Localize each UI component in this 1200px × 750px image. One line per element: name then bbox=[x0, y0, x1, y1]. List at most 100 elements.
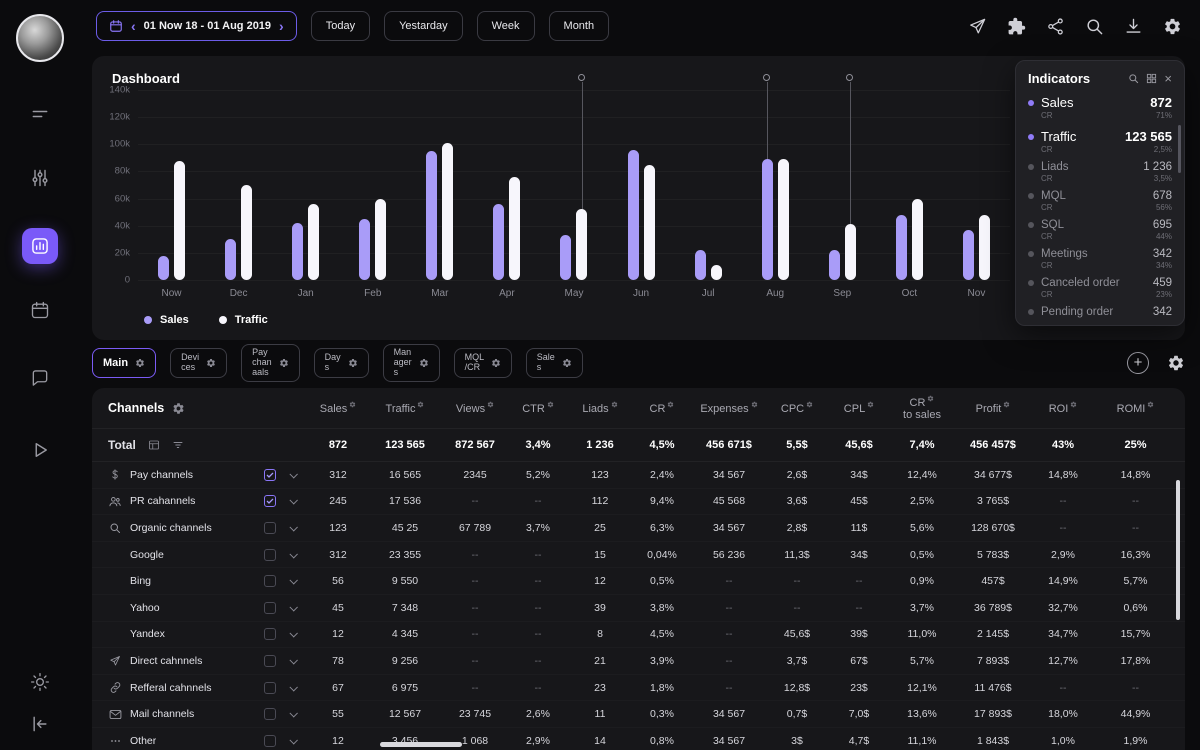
chip-days[interactable]: Day s bbox=[314, 348, 369, 378]
row-expand-icon[interactable] bbox=[289, 576, 297, 584]
indicator-mql[interactable]: MQL678CR56% bbox=[1028, 190, 1172, 212]
column-header-ctr[interactable]: CTR bbox=[508, 401, 568, 415]
bar-traffic[interactable] bbox=[174, 161, 185, 280]
row-checkbox[interactable] bbox=[264, 602, 276, 614]
row-expand-icon[interactable] bbox=[289, 603, 297, 611]
chip-settings-icon[interactable] bbox=[491, 358, 501, 368]
chip-paychanaals[interactable]: Pay chan aals bbox=[241, 344, 300, 382]
range-button-today[interactable]: Today bbox=[311, 11, 370, 41]
row-expand-icon[interactable] bbox=[289, 496, 297, 504]
row-checkbox[interactable] bbox=[264, 495, 276, 507]
bar-sales[interactable] bbox=[829, 250, 840, 280]
legend-traffic[interactable]: Traffic bbox=[219, 314, 268, 326]
share-icon[interactable] bbox=[1046, 17, 1065, 36]
row-checkbox[interactable] bbox=[264, 655, 276, 667]
table-total-row[interactable]: Total872123 565872 5673,4%1 2364,5%456 6… bbox=[92, 428, 1185, 462]
chip-settings-icon[interactable] bbox=[206, 358, 216, 368]
play-icon[interactable] bbox=[30, 440, 50, 460]
bar-sales[interactable] bbox=[426, 151, 437, 280]
extensions-icon[interactable] bbox=[1007, 17, 1026, 36]
column-header-profit[interactable]: Profit bbox=[954, 401, 1032, 415]
bar-traffic[interactable] bbox=[778, 159, 789, 280]
indicators-close-icon[interactable]: × bbox=[1164, 72, 1172, 85]
date-range-picker[interactable]: ‹ 01 Now 18 - 01 Aug 2019 › bbox=[96, 11, 297, 41]
bar-sales[interactable] bbox=[896, 215, 907, 280]
bar-traffic[interactable] bbox=[509, 177, 520, 280]
chip-main[interactable]: Main bbox=[92, 348, 156, 378]
bar-sales[interactable] bbox=[493, 204, 504, 280]
table-horizontal-scrollbar[interactable] bbox=[380, 742, 462, 747]
row-checkbox[interactable] bbox=[264, 575, 276, 587]
sidebar-item-dashboard[interactable] bbox=[22, 228, 58, 264]
bar-sales[interactable] bbox=[628, 150, 639, 280]
column-header-expenses[interactable]: Expenses bbox=[692, 401, 766, 415]
bar-sales[interactable] bbox=[963, 230, 974, 280]
indicators-search-icon[interactable] bbox=[1128, 73, 1139, 84]
bar-traffic[interactable] bbox=[979, 215, 990, 280]
column-header-traffic[interactable]: Traffic bbox=[368, 401, 442, 415]
row-checkbox[interactable] bbox=[264, 708, 276, 720]
collapse-icon[interactable] bbox=[30, 714, 50, 734]
indicator-canceledorder[interactable]: Canceled order459CR23% bbox=[1028, 277, 1172, 299]
bar-traffic[interactable] bbox=[845, 224, 856, 280]
bar-sales[interactable] bbox=[225, 239, 236, 280]
row-checkbox[interactable] bbox=[264, 469, 276, 481]
chip-managers[interactable]: Man ager s bbox=[383, 344, 440, 382]
range-button-month[interactable]: Month bbox=[549, 11, 610, 41]
bar-sales[interactable] bbox=[695, 250, 706, 280]
bar-traffic[interactable] bbox=[711, 265, 722, 280]
table-row-google[interactable]: Google31223 355----150,04%56 23611,3$34$… bbox=[92, 542, 1185, 569]
row-expand-icon[interactable] bbox=[289, 736, 297, 744]
table-row-paychannels[interactable]: Pay channels31216 56523455,2%1232,4%34 5… bbox=[92, 462, 1185, 489]
calendar-icon[interactable] bbox=[30, 300, 50, 320]
column-header-sales[interactable]: Sales bbox=[308, 401, 368, 415]
menu-icon[interactable] bbox=[30, 104, 50, 124]
row-expand-icon[interactable] bbox=[289, 523, 297, 531]
row-expand-icon[interactable] bbox=[289, 629, 297, 637]
indicators-grid-icon[interactable] bbox=[1146, 73, 1157, 84]
chip-settings-icon[interactable] bbox=[348, 358, 358, 368]
row-checkbox[interactable] bbox=[264, 549, 276, 561]
bar-traffic[interactable] bbox=[442, 143, 453, 280]
range-button-yestarday[interactable]: Yestarday bbox=[384, 11, 463, 41]
chip-settings-icon[interactable] bbox=[135, 358, 145, 368]
table-row-other[interactable]: Other123 4561 0682,9%140,8%34 5673$4,7$1… bbox=[92, 728, 1185, 750]
row-expand-icon[interactable] bbox=[289, 470, 297, 478]
table-row-refferalcahnnels[interactable]: Refferal cahnnels676 975----231,8%--12,8… bbox=[92, 675, 1185, 702]
settings-gear-icon[interactable] bbox=[1163, 17, 1182, 36]
column-header-cpl[interactable]: CPL bbox=[828, 401, 890, 415]
chip-devices[interactable]: Devi ces bbox=[170, 348, 227, 378]
column-header-cpc[interactable]: CPC bbox=[766, 401, 828, 415]
table-row-yandex[interactable]: Yandex124 345----84,5%--45,6$39$11,0%2 1… bbox=[92, 622, 1185, 649]
indicator-traffic[interactable]: Traffic123 565CR2,5% bbox=[1028, 129, 1172, 154]
indicators-scrollbar[interactable] bbox=[1178, 125, 1181, 173]
search-icon[interactable] bbox=[1085, 17, 1104, 36]
table-view-icon[interactable] bbox=[148, 439, 160, 451]
indicator-meetings[interactable]: Meetings342CR34% bbox=[1028, 248, 1172, 270]
indicator-pendingorder[interactable]: Pending order342 bbox=[1028, 306, 1172, 318]
channels-settings-icon[interactable] bbox=[172, 402, 185, 415]
send-icon[interactable] bbox=[968, 17, 987, 36]
bar-sales[interactable] bbox=[762, 159, 773, 280]
table-vertical-scrollbar[interactable] bbox=[1176, 480, 1180, 620]
table-row-directcahnnels[interactable]: Direct cahnnels789 256----213,9%--3,7$67… bbox=[92, 648, 1185, 675]
bar-sales[interactable] bbox=[359, 219, 370, 280]
indicator-sales[interactable]: Sales872CR71% bbox=[1028, 95, 1172, 120]
bar-traffic[interactable] bbox=[241, 185, 252, 280]
download-icon[interactable] bbox=[1124, 17, 1143, 36]
row-checkbox[interactable] bbox=[264, 682, 276, 694]
table-row-mailchannels[interactable]: Mail channels5512 56723 7452,6%110,3%34 … bbox=[92, 701, 1185, 728]
column-header-roi[interactable]: ROI bbox=[1032, 401, 1094, 415]
chip-settings-icon[interactable] bbox=[279, 358, 289, 368]
row-expand-icon[interactable] bbox=[289, 683, 297, 691]
filter-icon[interactable] bbox=[172, 439, 184, 451]
date-next-icon[interactable]: › bbox=[279, 19, 284, 33]
chip-mql-cr[interactable]: MQL /CR bbox=[454, 348, 512, 378]
row-checkbox[interactable] bbox=[264, 735, 276, 747]
indicator-liads[interactable]: Liads1 236CR3,5% bbox=[1028, 161, 1172, 183]
bar-sales[interactable] bbox=[560, 235, 571, 280]
row-checkbox[interactable] bbox=[264, 628, 276, 640]
row-expand-icon[interactable] bbox=[289, 656, 297, 664]
row-checkbox[interactable] bbox=[264, 522, 276, 534]
chip-sales[interactable]: Sale s bbox=[526, 348, 583, 378]
